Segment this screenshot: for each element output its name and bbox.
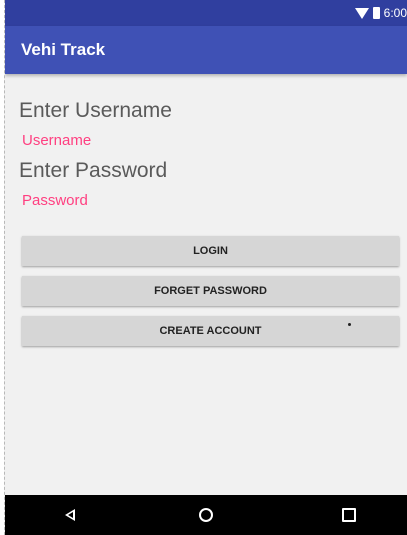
forget-password-button-label: FORGET PASSWORD — [154, 285, 267, 297]
navigation-bar — [5, 495, 407, 535]
login-button-label: LOGIN — [193, 245, 228, 257]
dot-mark — [348, 323, 351, 326]
battery-icon — [372, 7, 380, 19]
status-bar: 6:00 — [5, 0, 407, 26]
login-button[interactable]: LOGIN — [22, 236, 399, 266]
status-icons: 6:00 — [354, 4, 407, 22]
app-title: Vehi Track — [21, 40, 106, 59]
status-time: 6:00 — [383, 6, 407, 20]
forget-password-button[interactable]: FORGET PASSWORD — [22, 276, 399, 306]
password-heading: Enter Password — [19, 159, 168, 182]
create-account-button[interactable]: CREATE ACCOUNT — [22, 316, 399, 346]
recents-button[interactable] — [338, 505, 360, 525]
back-icon — [65, 509, 75, 521]
create-account-button-label: CREATE ACCOUNT — [159, 325, 262, 337]
wifi-icon — [354, 7, 369, 19]
phone-screen: 6:00 Vehi Track Enter Username Enter Pas… — [4, 0, 407, 535]
back-button[interactable] — [59, 505, 81, 525]
username-heading: Enter Username — [19, 99, 172, 122]
home-icon — [199, 508, 213, 522]
username-input[interactable] — [22, 132, 222, 149]
password-input[interactable] — [22, 192, 222, 209]
recents-icon — [342, 508, 356, 522]
app-bar: Vehi Track — [5, 26, 407, 74]
home-button[interactable] — [195, 505, 217, 525]
